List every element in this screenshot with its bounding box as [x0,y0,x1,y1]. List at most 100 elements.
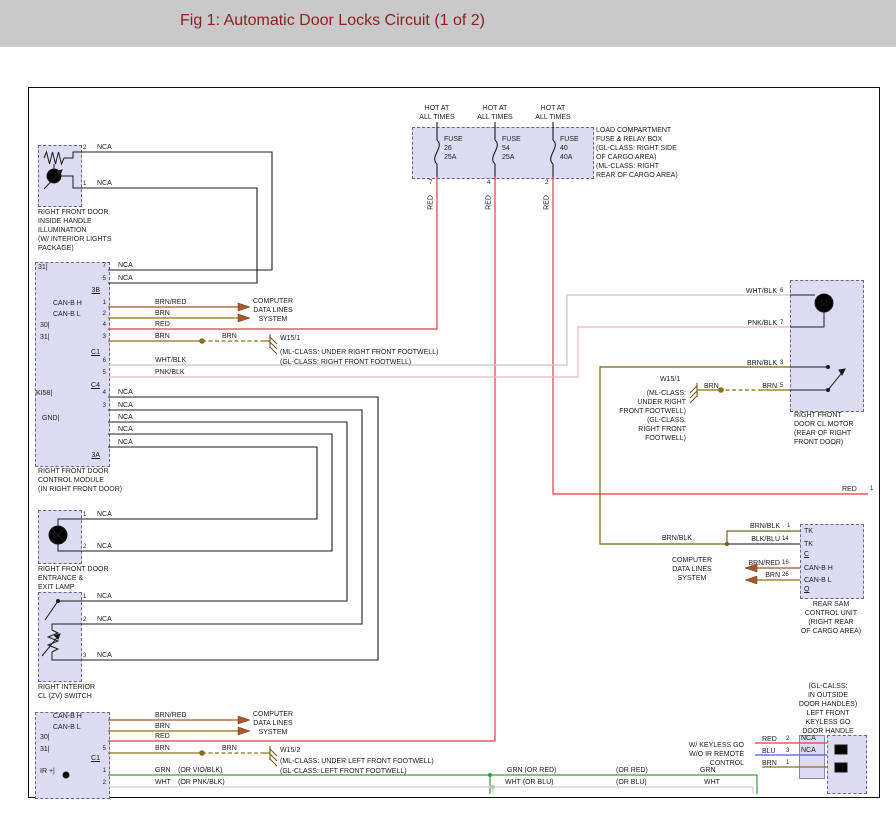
feed-right-wire-red: RED [842,485,857,494]
rfm-pin-4b: 4 [98,389,106,397]
motor-wire-pnkblk: PNK/BLK [737,319,777,328]
lamp-nca-2: NCA [97,542,112,551]
rfm-pin-5: 5 [98,275,106,283]
keyless-handle-antenna-icons [835,745,847,772]
w15-1-right-wire-brn: BRN [704,382,719,391]
w15-2-ml: (ML-CLASS: UNDER LEFT FRONT FOOTWELL) [280,757,434,766]
ir-symbol-icon [63,772,69,778]
lfm-terminal-ir: IR +| [40,767,55,776]
lamp-title: RIGHT FRONT DOOR ENTRANCE & EXIT LAMP [38,565,109,592]
rfm-pin-3b: 3 [98,402,106,410]
rfm-wire-brnred: BRN/RED [155,298,187,307]
sam-wire-brnblk: BRN/BLK [738,522,780,531]
sam-title: REAR SAM CONTROL UNIT (RIGHT REAR OF CAR… [796,600,866,636]
motor-pin-7: 7 [780,319,783,327]
lfm-connector-c1: C1 [86,754,100,763]
handle-pin-2: 2 [786,735,789,743]
wiring-diagram-page: Fig 1: Automatic Door Locks Circuit (1 o… [0,0,896,815]
lfm-pin-5: 5 [98,745,106,753]
keyless-wire-wht: WHT [704,778,720,787]
rfm-terminal-31-top: 31| [38,263,48,272]
rfm-can-b-h: CAN-B H [53,299,82,308]
ground-symbol-w15-1-right [690,383,697,403]
lfm-wire-grn-alt: (OR VIO/BLK) [178,766,222,775]
sam-tk-1: TK [804,527,813,536]
sam-pin-14: 14 [782,535,789,543]
sam-wire-brnred: BRN/RED [738,559,780,568]
handle-nca-red: NCA [801,734,816,743]
motor-pin-3: 3 [780,359,783,367]
sam-can-b-h: CAN-B H [804,564,833,573]
rfm-nca-gnd-3: NCA [118,438,133,447]
handle-wire-brn: BRN [762,759,777,768]
sam-pin-26: 26 [782,571,789,579]
lfm-can-b-l: CAN-B L [53,723,81,732]
rfm-pin-5b: 5 [98,369,106,377]
rfm-connector-c1: C1 [86,348,100,357]
w15-1-right-location: (ML-CLASS: UNDER RIGHT FRONT FOOTWELL) (… [610,389,686,443]
wht-run-label-2: (OR BLU) [616,778,647,787]
hot-at-all-times-label-3: HOT AT ALL TIMES [531,104,575,122]
sam-can-b-l: CAN-B L [804,576,832,585]
wiring-svg: M [0,0,896,815]
lamp-nca-1: NCA [97,510,112,519]
rfm-wire-brn: BRN [155,309,170,318]
motor-pin-5: 5 [780,382,783,390]
keyless-wire-grn: GRN [700,766,716,775]
w15-1-left-name: W15/1 [280,334,300,343]
wht-run-label-1: WHT (OR BLU) [505,778,553,787]
rfm-can-b-l: CAN-B L [53,310,81,319]
w15-1-left-gl: (GL-CLASS: RIGHT FRONT FOOTWELL) [280,358,411,367]
keyless-handle-title: (GL-CALSS: IN OUTSIDE DOOR HANDLES) LEFT… [792,682,864,736]
lfm-pin-1: 1 [98,767,106,775]
svg-text:M: M [821,299,828,308]
w15-2-name: W15/2 [280,746,300,755]
wires-brown-red-can [108,307,800,720]
rfm-title: RIGHT FRONT DOOR CONTROL MODULE (IN RIGH… [38,467,122,494]
rfm-wire-pnkblk: PNK/BLK [155,368,185,377]
rfm-wire-whtblk: WHT/BLK [155,356,186,365]
fuse-40-pin: 2 [545,179,548,187]
motor-wire-brn: BRN [751,382,777,391]
keyless-note: W/ KEYLESS GO W/O IR REMOTE CONTROL [686,741,744,768]
sam-pin-1: 1 [787,522,790,530]
rfm-nca-gnd-2: NCA [118,425,133,434]
rfm-nca-pin5: NCA [118,274,133,283]
rfm-terminal-30: 30| [40,321,50,330]
illumination-nca-top: NCA [97,143,112,152]
lfm-wire-wht: WHT [155,778,171,787]
lfm-wire-brnred: BRN/RED [155,711,187,720]
rfm-pin-7: 7 [98,262,106,270]
feed-right-pin-1: 1 [870,485,873,493]
motor-wire-brnblk: BRN/BLK [737,359,777,368]
rfm-wire-red: RED [155,320,170,329]
sam-wire-brnblk-far: BRN/BLK [662,534,692,543]
rfm-pin-1: 1 [98,299,106,307]
switch-pin-1: 1 [83,593,86,601]
ground-symbol-w15-1-left [270,334,277,354]
sam-pin-16: 16 [782,559,789,567]
grn-run-label-1: GRN (OR RED) [507,766,556,775]
switch-nca-3: NCA [97,651,112,660]
rfm-pin-6: 6 [98,357,106,365]
lfm-wire-wht-alt: (OR PNK/BLK) [178,778,225,787]
wires-red-power [108,177,868,743]
w15-1-right-name: W15/1 [660,375,680,384]
fuse-26-label: FUSE 26 25A [444,135,463,162]
wire-label-red-1: RED [427,193,436,213]
handle-wire-red: RED [762,735,777,744]
motor-pin-6: 6 [780,287,783,295]
w15-1-left-ml: (ML-CLASS: UNDER RIGHT FRONT FOOTWELL) [280,348,438,357]
switch-pin-3: 3 [83,652,86,660]
handle-nca-blu: NCA [801,746,816,755]
lfm-wire-red: RED [155,732,170,741]
fuse-54-pin: 4 [487,179,490,187]
wire-label-red-3: RED [543,193,552,213]
cl-switch-symbol [42,600,80,661]
rfm-pin-2: 2 [98,310,106,318]
rfm-nca-ki58: NCA [118,388,133,397]
rfm-pin-4: 4 [98,321,106,329]
rfm-pin-3: 3 [98,333,106,341]
ground-symbol-w15-2 [270,746,277,766]
rfm-terminal-ki58: KI58| [36,389,52,398]
